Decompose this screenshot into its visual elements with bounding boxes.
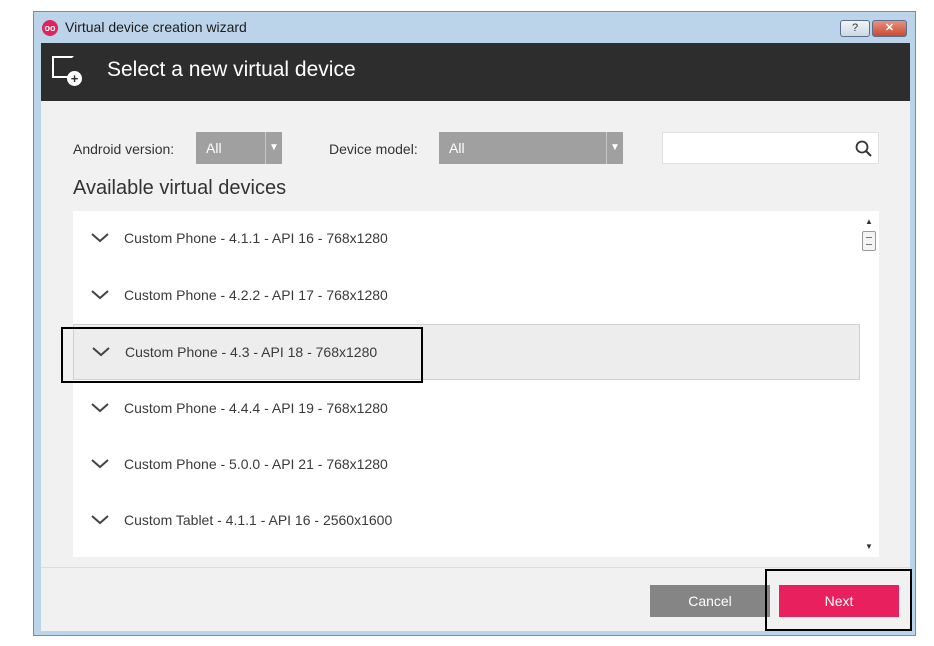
dropdown-arrow-icon: ▼	[265, 132, 282, 164]
chevron-down-icon[interactable]	[91, 515, 109, 525]
device-model-dropdown[interactable]: All ▼	[439, 132, 623, 164]
page-title: Select a new virtual device	[107, 58, 356, 81]
dropdown-arrow-icon: ▼	[606, 132, 623, 164]
list-scrollbar[interactable]: ▲ ▼	[860, 211, 879, 557]
device-label: Custom Tablet - 4.1.1 - API 16 - 2560x16…	[124, 512, 393, 528]
device-model-value: All	[449, 140, 465, 156]
device-label: Custom Phone - 4.4.4 - API 19 - 768x1280	[124, 400, 388, 416]
genymotion-app-icon: oo	[42, 20, 58, 36]
android-version-dropdown[interactable]: All ▼	[196, 132, 282, 164]
highlight-box-next-button	[765, 569, 912, 631]
search-input[interactable]	[662, 132, 879, 164]
device-label: Custom Phone - 5.0.0 - API 21 - 768x1280	[124, 456, 388, 472]
scroll-down-icon[interactable]: ▼	[865, 542, 873, 551]
search-icon[interactable]	[854, 139, 874, 159]
window-title: Virtual device creation wizard	[65, 19, 247, 35]
list-item[interactable]: Custom Phone - 4.2.2 - API 17 - 768x1280	[73, 268, 860, 324]
list-item[interactable]: Custom Phone - 4.4.4 - API 19 - 768x1280	[73, 381, 860, 437]
title-bar: oo Virtual device creation wizard ? ✕	[34, 12, 915, 43]
chevron-down-icon[interactable]	[91, 290, 109, 300]
list-title: Available virtual devices	[73, 177, 287, 199]
chevron-down-icon[interactable]	[91, 459, 109, 469]
android-version-value: All	[206, 140, 222, 156]
scroll-up-icon[interactable]: ▲	[865, 217, 873, 226]
cancel-button[interactable]: Cancel	[650, 585, 770, 617]
close-button[interactable]: ✕	[872, 20, 907, 37]
wizard-window: oo Virtual device creation wizard ? ✕ + …	[33, 11, 916, 636]
device-label: Custom Phone - 4.1.1 - API 16 - 768x1280	[124, 230, 388, 246]
device-model-label: Device model:	[329, 141, 418, 157]
chevron-down-icon[interactable]	[91, 233, 109, 243]
android-version-label: Android version:	[73, 141, 175, 157]
device-list: Custom Phone - 4.1.1 - API 16 - 768x1280…	[73, 211, 860, 557]
scroll-thumb[interactable]	[862, 231, 876, 251]
footer-divider	[41, 567, 910, 568]
plus-icon: +	[67, 71, 82, 86]
chevron-down-icon[interactable]	[91, 403, 109, 413]
list-item[interactable]: Custom Phone - 5.0.0 - API 21 - 768x1280	[73, 437, 860, 493]
help-button[interactable]: ?	[840, 20, 870, 37]
device-label: Custom Phone - 4.2.2 - API 17 - 768x1280	[124, 287, 388, 303]
highlight-box-selected-device	[61, 327, 423, 383]
wizard-header: + Select a new virtual device	[41, 43, 910, 101]
list-item[interactable]: Custom Tablet - 4.1.1 - API 16 - 2560x16…	[73, 493, 860, 549]
list-item[interactable]: Custom Phone - 4.1.1 - API 16 - 768x1280	[73, 211, 860, 267]
